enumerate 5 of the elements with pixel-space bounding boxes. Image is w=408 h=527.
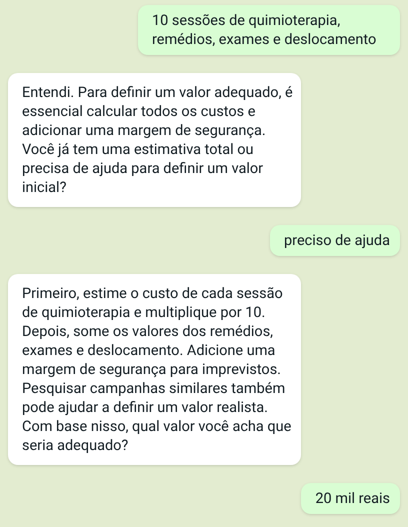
sent-message: preciso de ajuda xyxy=(270,225,400,256)
received-message: Primeiro, estime o custo de cada sessão de quimioterapia e multiplique por 10. Depois, some os valores dos remédios, exames e deslocamento. Adicione uma margem de segurança para imprevistos. Pesquisar campanhas similares também pode ajudar a definir um valor realista. Com base nisso, qual valor você acha que seria adequado? xyxy=(8,274,301,465)
received-message: Entendi. Para definir um valor adequado, é essencial calcular todos os custos e adicionar uma margem de segurança. Você já tem uma estimativa total ou precisa de ajuda para definir um valor inicial? xyxy=(8,73,301,207)
sent-message: 10 sessões de quimioterapia, remédios, exames e deslocamento xyxy=(138,5,400,55)
sent-message: 20 mil reais xyxy=(301,483,400,514)
